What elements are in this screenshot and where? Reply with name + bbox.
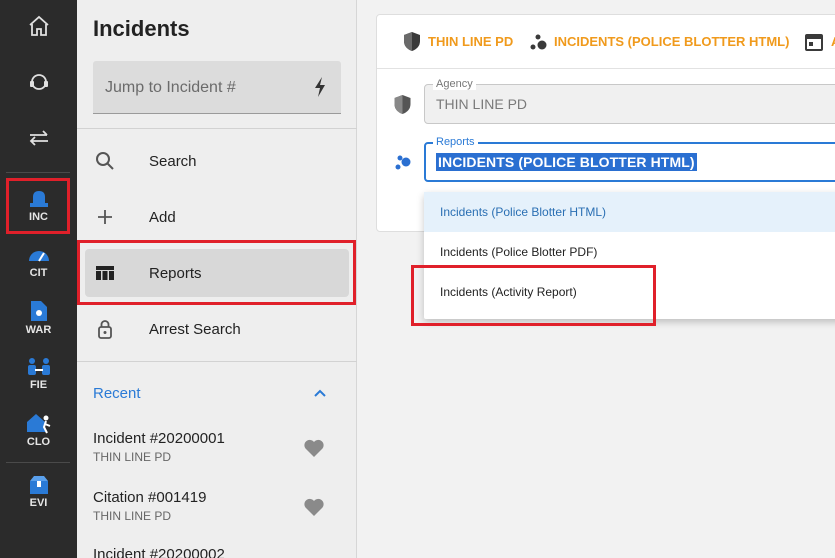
headset-icon (29, 74, 48, 90)
warrant-document-icon (30, 301, 47, 321)
rail-war-button[interactable]: WAR (0, 296, 77, 340)
incidents-panel: Incidents Jump to Incident # Search Add … (77, 0, 357, 558)
rail-label-war: WAR (25, 324, 52, 336)
shield-icon (404, 32, 420, 51)
swap-arrows-icon (29, 130, 48, 146)
rail-evi-button[interactable]: EVI (0, 470, 77, 514)
nav-arrest-search-label: Arrest Search (149, 320, 241, 338)
search-icon (96, 152, 114, 170)
nav-arrest-search[interactable]: Arrest Search (77, 305, 357, 353)
recent-item[interactable]: Citation #001419 THIN LINE PD (93, 489, 206, 523)
recent-item-title: Citation #001419 (93, 489, 207, 506)
agency-value: THIN LINE PD (436, 96, 528, 112)
people-exchange-icon (27, 358, 50, 375)
heart-icon[interactable] (303, 438, 325, 458)
rail-dispatch-button[interactable] (0, 62, 77, 102)
panel-title: Incidents (93, 16, 190, 41)
rail-clo-button[interactable]: CLO (0, 408, 77, 452)
nav-search[interactable]: Search (77, 137, 357, 185)
nav-search-label: Search (149, 152, 197, 170)
nav-add[interactable]: Add (77, 193, 357, 241)
recent-item-agency: THIN LINE PD (93, 509, 172, 523)
rail-fie-button[interactable]: FIE (0, 352, 77, 396)
recent-item-title: Incident #20200002 (93, 546, 225, 558)
dropdown-option-label: Incidents (Police Blotter PDF) (440, 245, 598, 259)
rail-label-clo: CLO (26, 436, 51, 448)
agency-field[interactable]: THIN LINE PD (424, 84, 835, 124)
rail-label-fie: FIE (29, 379, 48, 391)
highlight-box (6, 178, 70, 234)
evidence-box-icon (29, 476, 48, 494)
recent-item[interactable]: Incident #20200001 THIN LINE PD (93, 430, 225, 464)
chevron-up-icon[interactable] (313, 387, 327, 399)
rail-home-button[interactable] (0, 6, 77, 46)
breadcrumb: THIN LINE PD INCIDENTS (POLICE BLOTTER H… (377, 15, 835, 69)
highlight-box (77, 240, 356, 305)
reports-select-value: INCIDENTS (POLICE BLOTTER HTML) (436, 153, 697, 171)
rail-label-cit: CIT (29, 267, 48, 279)
breadcrumb-date[interactable]: A (831, 34, 835, 49)
dots-icon (395, 155, 411, 170)
breadcrumb-report[interactable]: INCIDENTS (POLICE BLOTTER HTML) (554, 34, 789, 49)
jump-to-incident-placeholder: Jump to Incident # (105, 79, 236, 96)
app-rail: INC CIT WAR FIE CLO EVI (0, 0, 77, 558)
highlight-box (411, 265, 656, 326)
jump-to-incident-field[interactable]: Jump to Incident # (93, 61, 341, 114)
recent-item-agency: THIN LINE PD (93, 450, 172, 464)
reports-label: Reports (433, 136, 478, 148)
agency-label: Agency (433, 78, 476, 90)
lock-icon (98, 320, 112, 339)
home-icon (28, 15, 49, 36)
dots-icon (530, 34, 547, 50)
rail-cit-button[interactable]: CIT (0, 240, 77, 284)
recent-item[interactable]: Incident #20200002 (93, 546, 225, 558)
calendar-icon (805, 34, 823, 51)
lightning-icon[interactable] (313, 76, 327, 98)
reports-select[interactable]: INCIDENTS (POLICE BLOTTER HTML) (424, 142, 835, 182)
plus-icon (98, 210, 112, 224)
dropdown-option-label: Incidents (Police Blotter HTML) (440, 205, 607, 219)
house-person-icon (26, 414, 50, 434)
heart-icon[interactable] (303, 497, 325, 517)
nav-add-label: Add (149, 208, 176, 226)
speedometer-icon (28, 251, 49, 262)
dropdown-option[interactable]: Incidents (Police Blotter HTML) (424, 192, 835, 232)
rail-label-evi: EVI (29, 497, 48, 509)
breadcrumb-agency[interactable]: THIN LINE PD (428, 34, 513, 49)
recent-item-title: Incident #20200001 (93, 430, 225, 447)
recent-header[interactable]: Recent (93, 385, 141, 402)
shield-icon (394, 95, 411, 114)
rail-transfer-button[interactable] (0, 118, 77, 158)
